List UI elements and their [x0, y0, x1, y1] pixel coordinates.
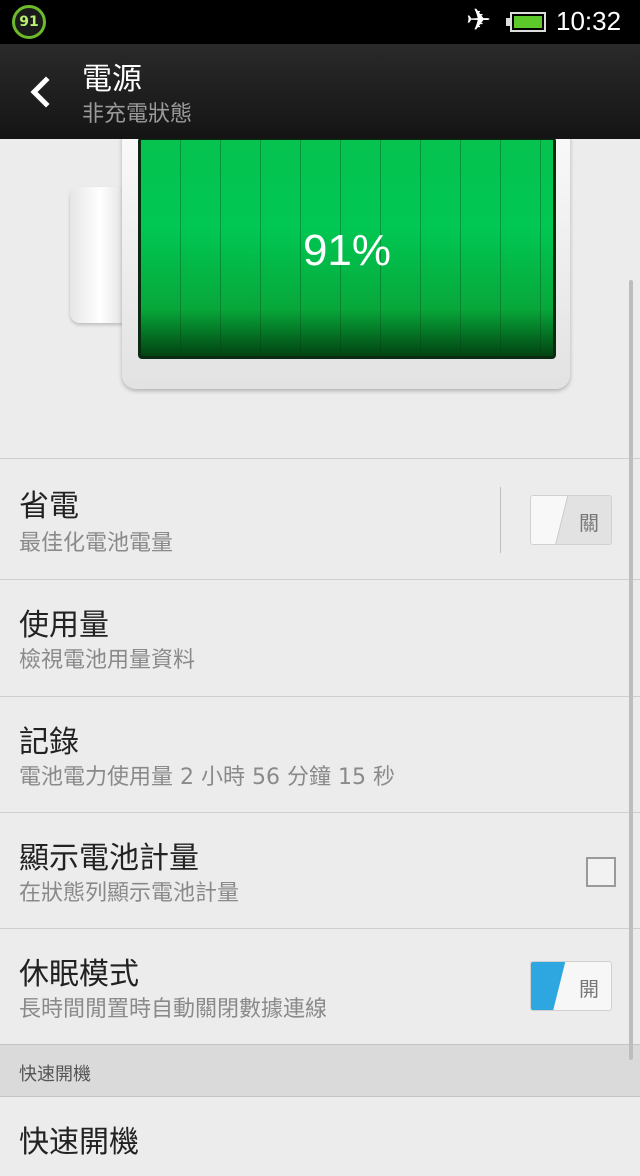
status-bar: 91 ✈ 10:32: [0, 0, 640, 44]
battery-terminal: [70, 187, 130, 323]
power-saver-toggle-label: 關: [579, 511, 599, 535]
battery-body: 91%: [122, 139, 570, 389]
usage-subtitle: 檢視電池用量資料: [19, 648, 196, 673]
power-saver-subtitle: 最佳化電池電量: [19, 531, 174, 556]
scrollbar[interactable]: [629, 280, 633, 1060]
divider: [500, 487, 501, 553]
sleep-mode-title: 休眠模式: [19, 957, 139, 992]
history-subtitle: 電池電力使用量 2 小時 56 分鐘 15 秒: [19, 765, 395, 790]
sleep-mode-toggle-label: 開: [579, 977, 599, 1001]
fast-boot-title: 快速開機: [19, 1125, 139, 1160]
show-battery-title: 顯示電池計量: [19, 841, 199, 876]
back-arrow-icon[interactable]: [22, 72, 62, 112]
battery-percent: 91%: [302, 226, 392, 275]
battery-graphic: 91%: [0, 139, 640, 459]
history-title: 記錄: [19, 725, 79, 760]
clock: 10:32: [556, 6, 622, 36]
action-bar: 電源 非充電狀態: [0, 44, 640, 139]
history-item[interactable]: 記錄 電池電力使用量 2 小時 56 分鐘 15 秒: [0, 696, 640, 812]
fast-boot-item[interactable]: 快速開機: [0, 1096, 640, 1176]
notification-badge-icon: 91: [12, 5, 46, 39]
show-battery-checkbox[interactable]: [586, 857, 616, 887]
power-saver-toggle[interactable]: 關: [530, 495, 612, 545]
battery-level-fill: 91%: [141, 140, 553, 356]
page-title: 電源: [82, 62, 142, 97]
page-subtitle: 非充電狀態: [82, 102, 193, 127]
usage-title: 使用量: [19, 608, 109, 643]
airplane-icon: ✈: [466, 3, 492, 38]
show-battery-subtitle: 在狀態列顯示電池計量: [19, 881, 240, 906]
badge-number: 91: [19, 14, 39, 30]
sleep-mode-subtitle: 長時間閒置時自動關閉數據連線: [19, 997, 328, 1022]
settings-list: 省電 最佳化電池電量 關 使用量 檢視電池用量資料 記錄 電池電力使用量 2 小…: [0, 458, 640, 1176]
show-battery-item[interactable]: 顯示電池計量 在狀態列顯示電池計量: [0, 812, 640, 928]
battery-icon: [506, 12, 546, 32]
section-header-label: 快速開機: [19, 1064, 91, 1085]
sleep-mode-toggle[interactable]: 開: [530, 961, 612, 1011]
fast-boot-section-header: 快速開機: [0, 1044, 640, 1096]
usage-item[interactable]: 使用量 檢視電池用量資料: [0, 579, 640, 696]
power-saver-title: 省電: [19, 489, 79, 524]
power-saver-item[interactable]: 省電 最佳化電池電量 關: [0, 458, 640, 579]
sleep-mode-item[interactable]: 休眠模式 長時間閒置時自動關閉數據連線 開: [0, 928, 640, 1044]
